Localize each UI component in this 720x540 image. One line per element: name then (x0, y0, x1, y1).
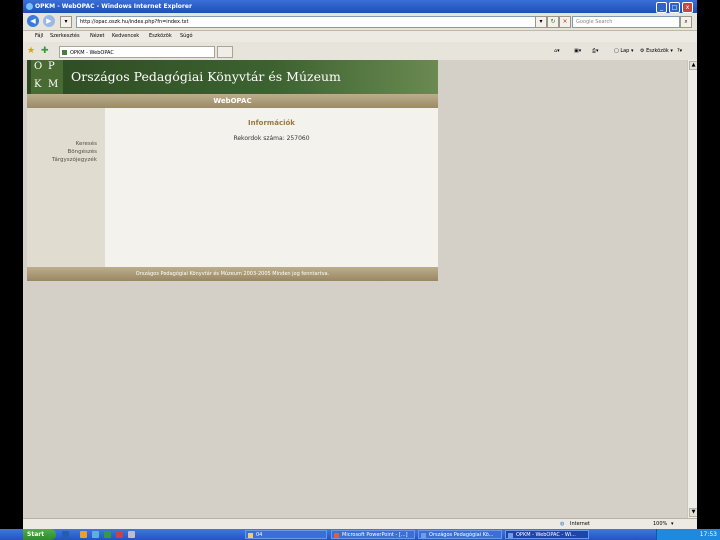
page-viewport: O P K M Országos Pedagógiai Könyvtár és … (23, 60, 687, 518)
address-dropdown-icon[interactable]: ▾ (535, 16, 547, 28)
record-count: Rekordok száma: 257060 (233, 135, 310, 142)
ie-quicklaunch-icon[interactable] (62, 531, 69, 538)
sidebar: Keresés Böngészés Tárgyszójegyzék (27, 108, 105, 267)
ie-icon (421, 533, 426, 538)
help-icon[interactable]: ?▾ (677, 48, 682, 54)
title-bar: OPKM - WebOPAC - Windows Internet Explor… (23, 0, 697, 13)
clock: 17:53 (699, 531, 717, 538)
minimize-button[interactable]: _ (656, 2, 667, 13)
menu-edit[interactable]: Szerkesztés (50, 33, 80, 39)
menu-view[interactable]: Nézet (90, 33, 104, 39)
menu-bar: Fájl Szerkesztés Nézet Kedvencek Eszközö… (23, 31, 697, 42)
address-input[interactable]: http://opac.oszk.hu/index.php?fn=index.t… (76, 16, 538, 28)
favicon-icon (62, 50, 67, 55)
task-webopac[interactable]: OPKM - WebOPAC - Wi... (505, 530, 589, 539)
media-quicklaunch-icon[interactable] (104, 531, 111, 538)
main-content: Információk Rekordok száma: 257060 (105, 108, 438, 267)
close-button[interactable]: x (682, 2, 693, 13)
scroll-down-icon[interactable]: ▼ (689, 508, 697, 517)
zoom-level[interactable]: 100% (653, 521, 667, 527)
tab-opkm-webopac[interactable]: OPKM - WebOPAC (59, 46, 215, 58)
feeds-icon[interactable]: ▣▾ (574, 48, 581, 54)
browser-window: OPKM - WebOPAC - Windows Internet Explor… (23, 0, 697, 540)
site-title: Országos Pedagógiai Könyvtár és Múzeum (71, 69, 341, 84)
history-dropdown-icon[interactable]: ▾ (60, 16, 72, 28)
search-input[interactable]: Google Search (572, 16, 680, 28)
ie-icon (26, 3, 33, 10)
tools-menu[interactable]: ⚙ Eszközök ▾ (640, 48, 673, 54)
footer-text: Országos Pedagógiai Könyvtár és Múzeum 2… (135, 271, 330, 277)
zone-label: Internet (570, 521, 590, 527)
task-opkm-page[interactable]: Országos Pedagógiai Kö... (418, 530, 502, 539)
search-icon[interactable]: ⌕ (680, 16, 692, 28)
footer-bar: Országos Pedagógiai Könyvtár és Múzeum 2… (27, 267, 438, 281)
desktop-quicklaunch-icon[interactable] (128, 531, 135, 538)
scroll-up-icon[interactable]: ▲ (689, 61, 697, 70)
zoom-dropdown-icon[interactable]: ▾ (671, 521, 674, 527)
address-bar-row: ◀ ▶ ▾ http://opac.oszk.hu/index.php?fn=i… (23, 13, 697, 31)
menu-file[interactable]: Fájl (35, 33, 43, 39)
subtitle: WebOPAC (213, 97, 252, 105)
tab-row: ★ ✚ OPKM - WebOPAC ⌂▾ ▣▾ ⎙▾ ▢ Lap ▾ ⚙ Es… (23, 42, 697, 61)
task-powerpoint[interactable]: Microsoft PowerPoint - [...] (331, 530, 415, 539)
site-banner: O P K M Országos Pedagógiai Könyvtár és … (27, 60, 438, 94)
window-title: OPKM - WebOPAC - Windows Internet Explor… (35, 3, 192, 10)
app-quicklaunch-icon[interactable] (116, 531, 123, 538)
powerpoint-icon (334, 533, 339, 538)
system-tray: 17:53 (656, 529, 720, 540)
ie-icon (508, 533, 513, 538)
info-heading: Információk (248, 119, 295, 127)
menu-tools[interactable]: Eszközök (149, 33, 172, 39)
task-folder-04[interactable]: 04 (245, 530, 327, 539)
menu-favorites[interactable]: Kedvencek (112, 33, 139, 39)
page-menu[interactable]: ▢ Lap ▾ (614, 48, 633, 54)
sidebar-link-subject-index[interactable]: Tárgyszójegyzék (52, 157, 97, 163)
forward-button[interactable]: ▶ (43, 15, 55, 27)
home-icon[interactable]: ⌂▾ (554, 48, 560, 54)
stop-icon[interactable]: × (559, 16, 571, 28)
add-favorite-icon[interactable]: ✚ (41, 46, 49, 56)
sidebar-link-browse[interactable]: Böngészés (67, 149, 97, 155)
subtitle-bar: WebOPAC (27, 94, 438, 108)
favorites-star-icon[interactable]: ★ (27, 46, 35, 56)
taskbar: Start 04 Microsoft PowerPoint - [...] Or… (0, 529, 720, 540)
refresh-icon[interactable]: ↻ (547, 16, 559, 28)
folder-icon (248, 533, 253, 538)
outlook-quicklaunch-icon[interactable] (92, 531, 99, 538)
folder-quicklaunch-icon[interactable] (80, 531, 87, 538)
back-button[interactable]: ◀ (27, 15, 39, 27)
start-button[interactable]: Start (23, 529, 56, 540)
maximize-button[interactable]: □ (669, 2, 680, 13)
vertical-scrollbar[interactable]: ▲ ▼ (687, 60, 697, 518)
tab-title: OPKM - WebOPAC (70, 50, 114, 56)
print-icon[interactable]: ⎙▾ (592, 48, 599, 54)
globe-icon: ◍ (560, 521, 565, 527)
menu-help[interactable]: Súgó (180, 33, 193, 39)
opkm-logo: O P K M (31, 60, 63, 94)
new-tab-button[interactable] (217, 46, 233, 58)
sidebar-link-search[interactable]: Keresés (76, 141, 97, 147)
